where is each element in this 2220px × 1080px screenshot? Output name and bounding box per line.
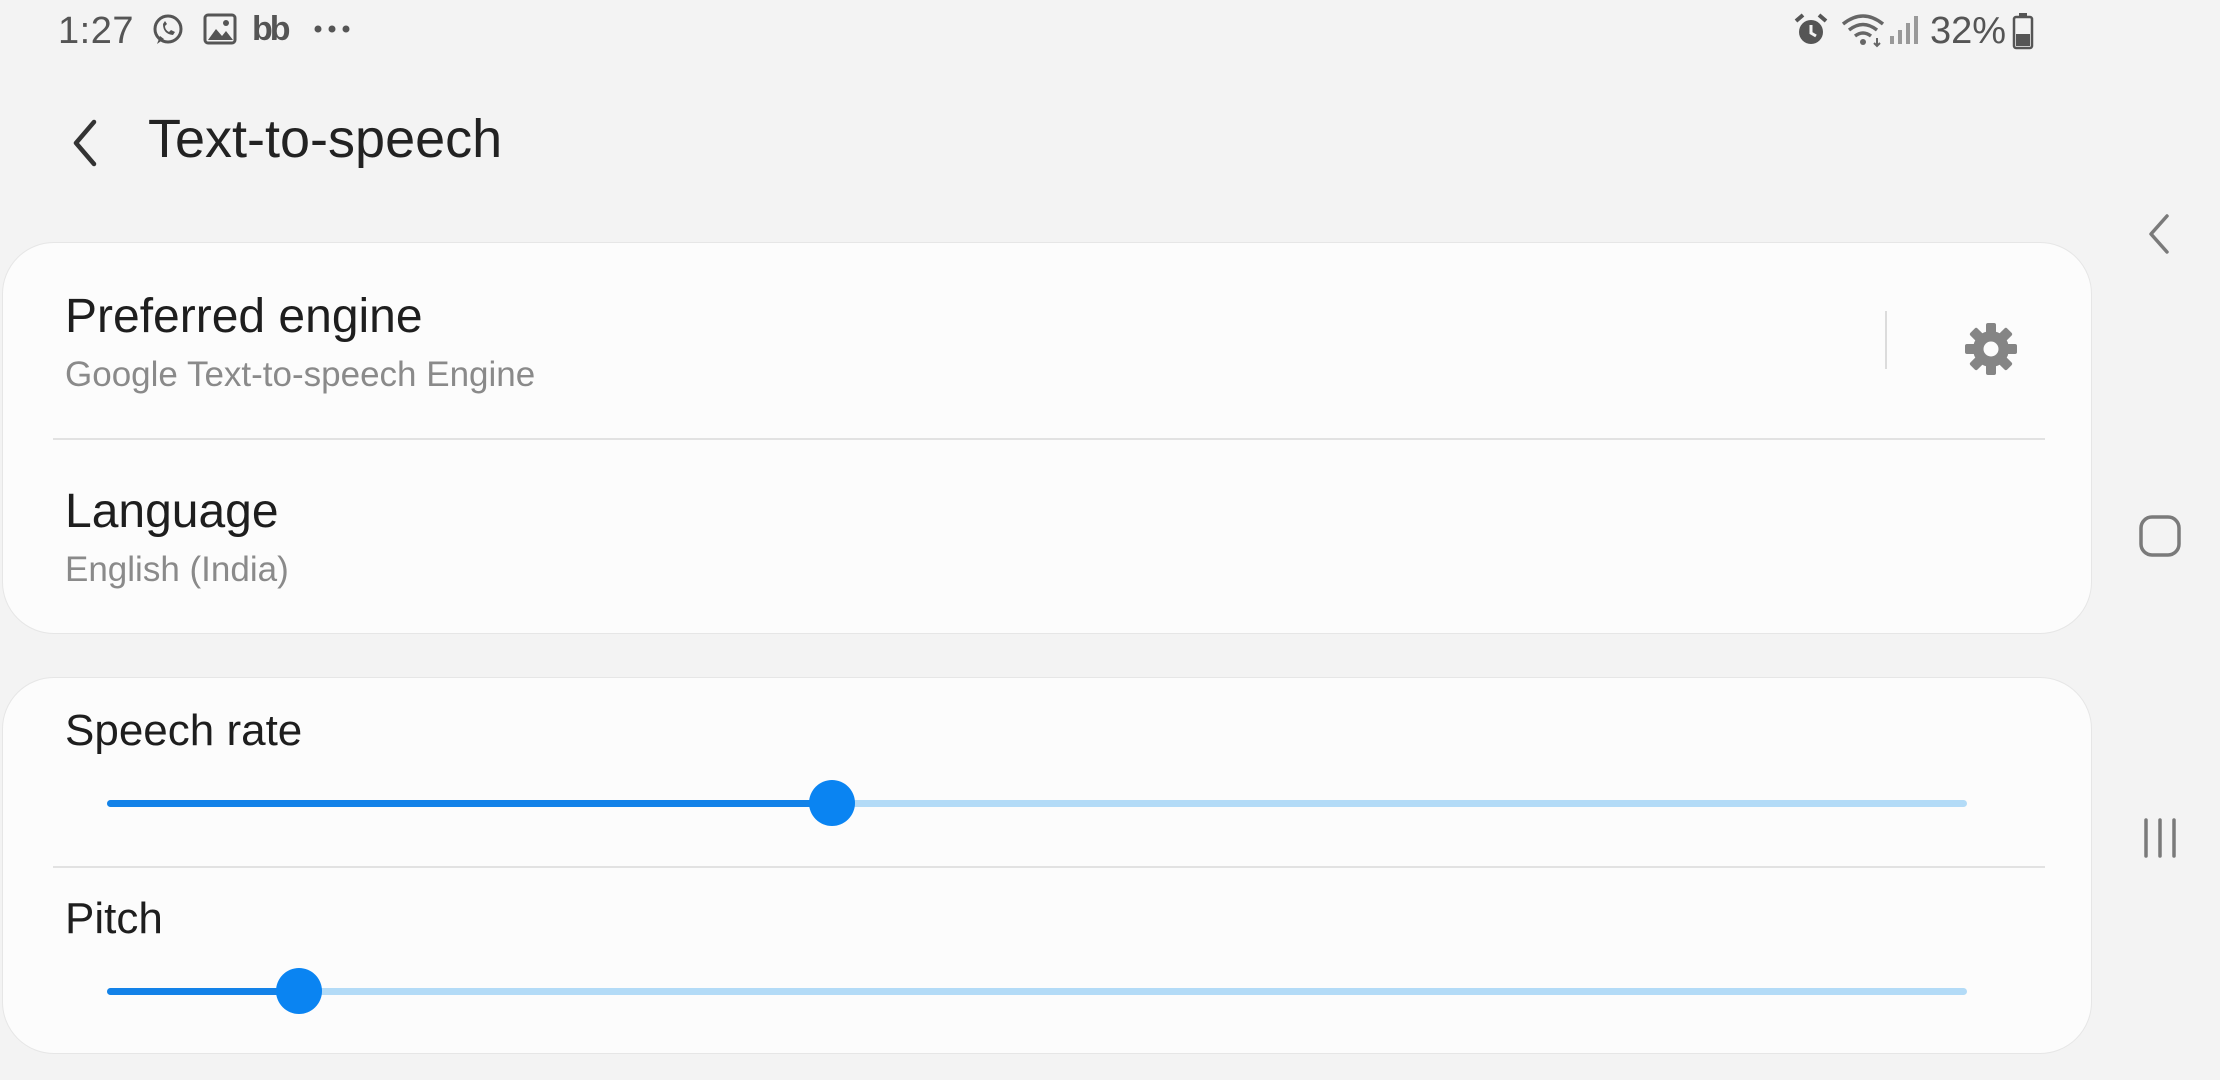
speech-rate-slider[interactable] bbox=[107, 780, 1967, 826]
back-icon bbox=[2149, 214, 2169, 254]
slider-track bbox=[107, 988, 1967, 995]
nav-home-button[interactable] bbox=[2120, 496, 2200, 576]
nav-back-button[interactable] bbox=[2120, 194, 2200, 274]
status-bar: 1:27 bb 32% bbox=[0, 0, 2100, 64]
chevron-left-icon bbox=[73, 119, 97, 167]
language-value: English (India) bbox=[65, 550, 289, 589]
slider-fill bbox=[107, 988, 299, 995]
home-icon bbox=[2139, 515, 2181, 557]
alarm-icon bbox=[1793, 12, 1829, 53]
signal-icon bbox=[1888, 14, 1920, 51]
battery-percent: 32% bbox=[1930, 10, 2007, 52]
pitch-row: Pitch bbox=[3, 868, 2091, 1053]
nav-recents-button[interactable] bbox=[2120, 798, 2200, 878]
preferred-engine-title: Preferred engine bbox=[65, 290, 423, 343]
slider-thumb[interactable] bbox=[809, 780, 856, 826]
language-row[interactable]: Language English (India) bbox=[3, 440, 2091, 633]
more-dots-icon bbox=[312, 22, 352, 40]
speech-rate-row: Speech rate bbox=[3, 678, 2091, 866]
language-title: Language bbox=[65, 485, 279, 538]
page-title: Text-to-speech bbox=[148, 109, 503, 169]
screen: 1:27 bb 32% Text-to-speech Preferred eng… bbox=[0, 0, 2220, 1080]
row-separator bbox=[1885, 311, 1887, 369]
preferred-engine-value: Google Text-to-speech Engine bbox=[65, 355, 536, 394]
status-time: 1:27 bbox=[58, 10, 134, 52]
preferred-engine-row[interactable]: Preferred engine Google Text-to-speech E… bbox=[3, 243, 2091, 438]
engine-settings-button[interactable] bbox=[1951, 309, 2031, 389]
slider-fill bbox=[107, 800, 833, 807]
pitch-slider[interactable] bbox=[107, 968, 1967, 1014]
app-header: Text-to-speech bbox=[0, 96, 2100, 186]
engine-settings-card: Preferred engine Google Text-to-speech E… bbox=[2, 242, 2092, 634]
wifi-icon bbox=[1841, 12, 1885, 53]
navigation-bar bbox=[2100, 0, 2220, 1080]
back-button[interactable] bbox=[50, 108, 120, 178]
voice-settings-card: Speech rate Pitch bbox=[2, 677, 2092, 1054]
recents-icon bbox=[2144, 818, 2176, 858]
slider-thumb[interactable] bbox=[275, 968, 322, 1014]
battery-icon bbox=[2012, 12, 2034, 55]
pitch-title: Pitch bbox=[65, 894, 163, 943]
gallery-icon bbox=[203, 12, 237, 51]
speech-rate-title: Speech rate bbox=[65, 706, 303, 755]
bb-app-icon: bb bbox=[252, 10, 291, 48]
gear-icon bbox=[1965, 323, 2017, 375]
whatsapp-icon bbox=[150, 12, 186, 53]
